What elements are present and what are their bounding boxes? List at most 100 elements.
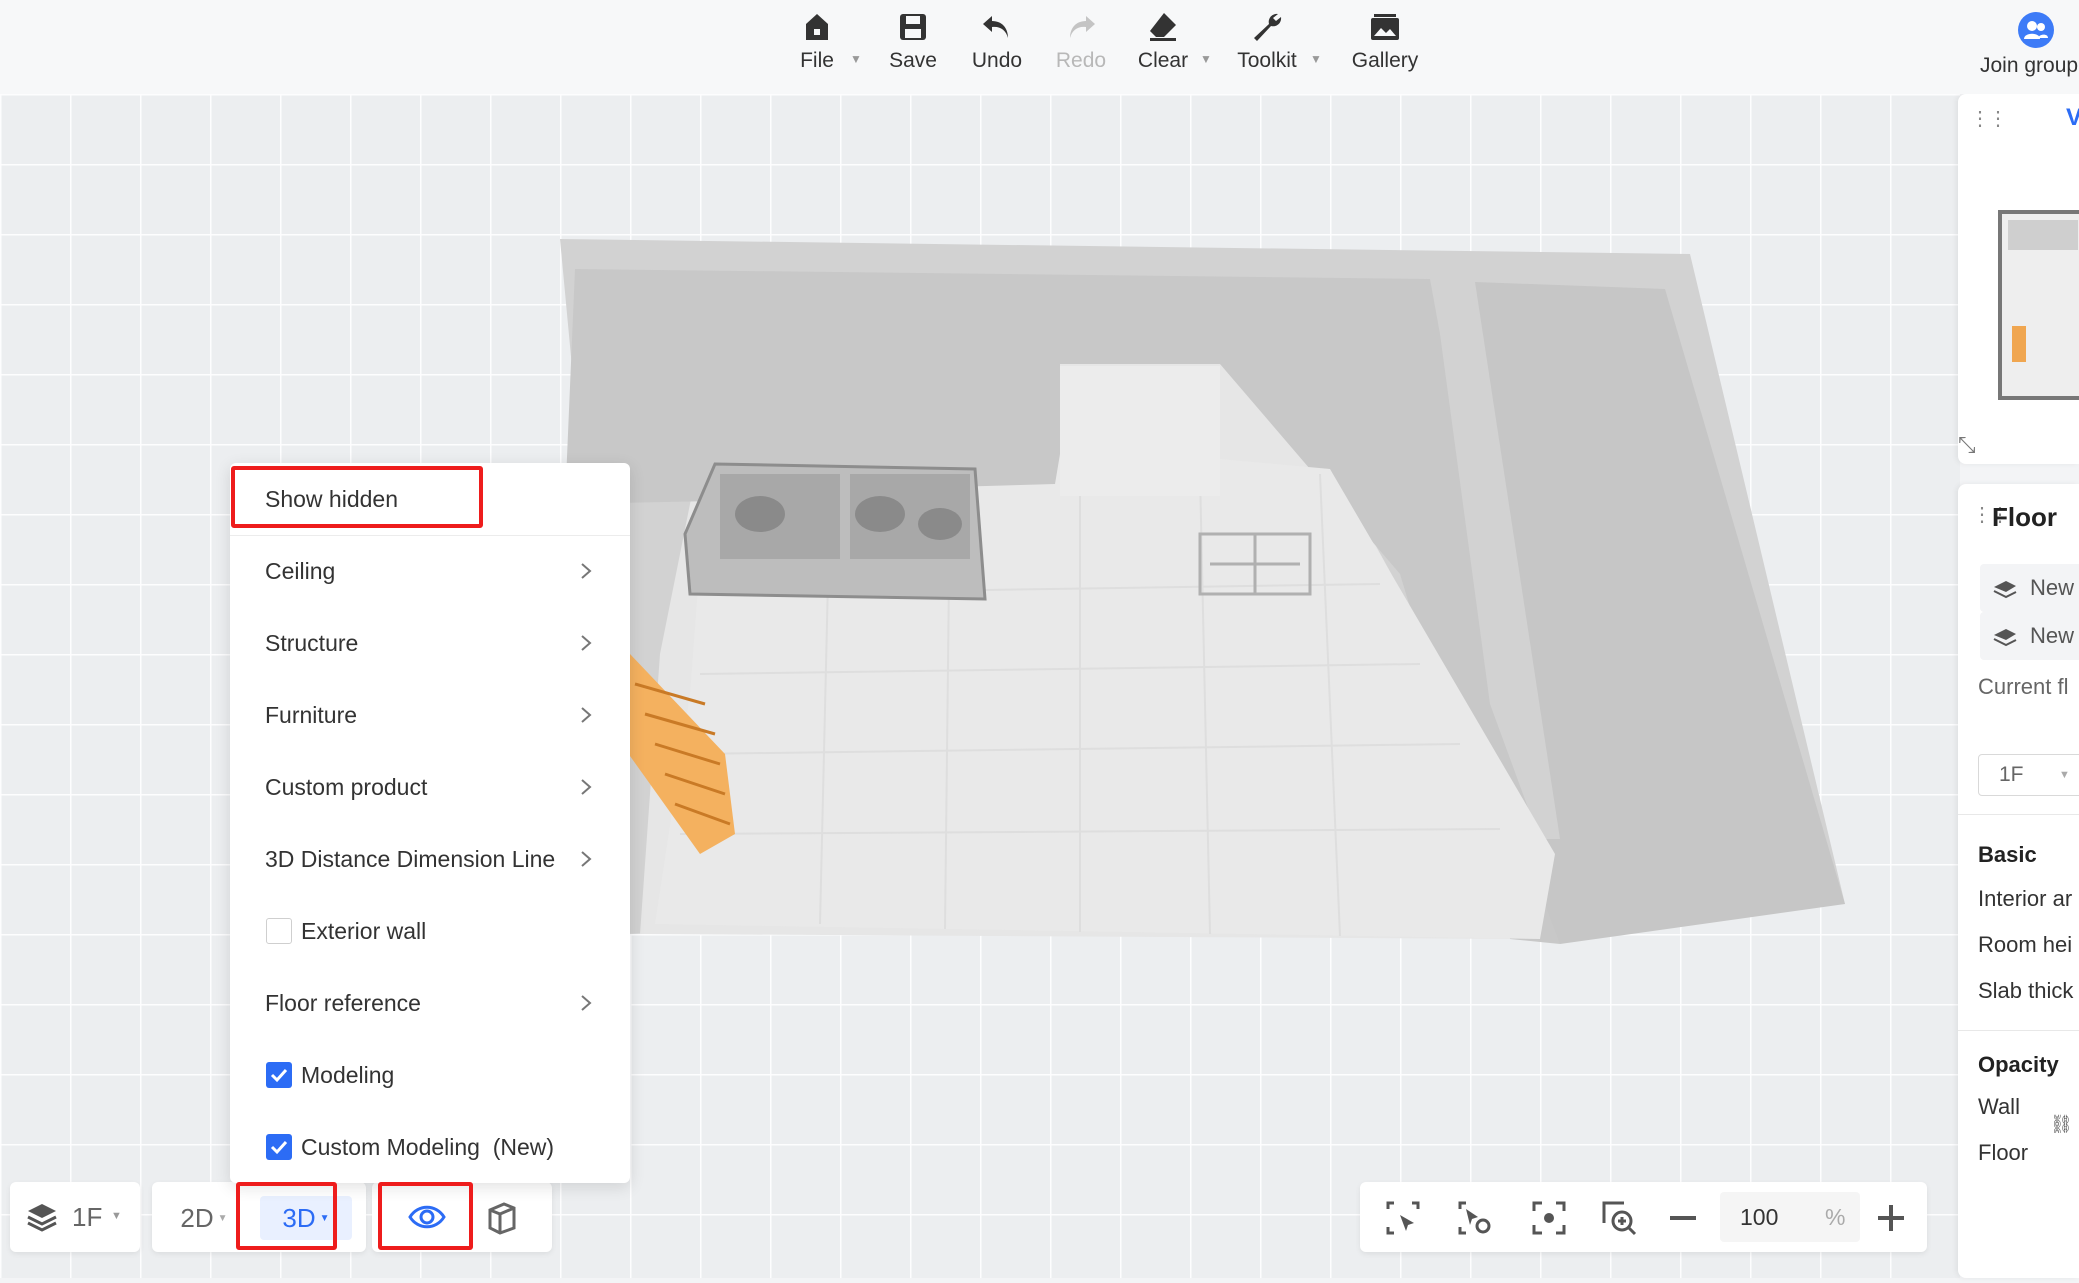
wall-opacity-label: Wall [1978, 1094, 2020, 1119]
menu-item-exterior-wall[interactable]: Exterior wall [230, 895, 630, 967]
2d-view-button[interactable]: 2D ▼ [162, 1196, 246, 1240]
gallery-label: Gallery [1351, 49, 1419, 72]
chevron-right-icon [581, 707, 592, 723]
chevron-down-icon: ▼ [319, 1212, 330, 1224]
cube-icon[interactable] [484, 1200, 520, 1236]
floor-opacity-label: Floor [1978, 1140, 2029, 1165]
new-label: New [2030, 575, 2075, 600]
floor-value: 1F [72, 1202, 103, 1232]
focus-icon[interactable] [1530, 1199, 1568, 1237]
minimap-card: ⋮⋮ V ⤡ [1958, 94, 2079, 464]
divider [1958, 1030, 2079, 1031]
opacity-section-title: Opacity [1978, 1052, 2059, 1077]
gallery-button[interactable]: Gallery [1340, 10, 1430, 86]
menu-item-furniture[interactable]: Furniture [230, 679, 630, 751]
chevron-right-icon [581, 635, 592, 651]
join-group-button[interactable]: Join group [1980, 12, 2079, 82]
right-panel: ⋮⋮ V ⤡ ⋮⋮ Floor New New Current fl 1F ▼ … [1958, 94, 2079, 1278]
chevron-down-icon: ▼ [2059, 769, 2070, 781]
undo-button[interactable]: Undo [952, 10, 1042, 86]
chevron-down-icon: ▼ [850, 52, 862, 66]
menu-item-3d-distance-dimension-line[interactable]: 3D Distance Dimension Line [230, 823, 630, 895]
zoom-area-icon[interactable] [1600, 1199, 1638, 1237]
clear-button[interactable]: Clear ▼ [1118, 10, 1212, 86]
menu-item-custom-product[interactable]: Custom product [230, 751, 630, 823]
menu-item-label: Ceiling [265, 557, 336, 584]
menu-item-floor-reference[interactable]: Floor reference [230, 967, 630, 1039]
fit-selection-icon[interactable] [1384, 1199, 1422, 1237]
zoom-in-icon[interactable] [1872, 1199, 1910, 1237]
interior-area-label: Interior ar [1978, 886, 2073, 911]
undo-label: Undo [971, 49, 1023, 72]
layers-icon [27, 1204, 57, 1232]
wrench-icon [1254, 13, 1282, 41]
new-floor-above-button[interactable]: New [1980, 564, 2079, 612]
current-floor-select[interactable]: 1F ▼ [1978, 754, 2079, 796]
zoom-input[interactable]: 100 % [1720, 1192, 1860, 1242]
divider [1958, 814, 2079, 815]
new-label: New [2030, 623, 2075, 648]
top-toolbar: File ▼ Save Undo Redo Clear ▼ Toolkit ▼ … [0, 0, 2079, 94]
modeling-checkbox[interactable] [266, 1062, 292, 1088]
menu-item-label: Custom Modeling (New) [301, 1133, 555, 1160]
custom-modeling-checkbox[interactable] [266, 1134, 292, 1160]
redo-button[interactable]: Redo [1036, 10, 1126, 86]
sofa-model [683, 462, 987, 601]
basic-section-title: Basic [1978, 842, 2037, 867]
layer-add-icon [1993, 581, 2017, 599]
new-floor-below-button[interactable]: New [1980, 612, 2079, 660]
menu-item-label: Modeling [301, 1061, 395, 1088]
view-mode-switcher: 2D ▼ 3D ▼ [152, 1182, 366, 1252]
save-label: Save [889, 49, 937, 72]
zoom-out-icon[interactable] [1664, 1199, 1702, 1237]
undo-icon [983, 16, 1008, 38]
redo-icon [1070, 16, 1095, 38]
display-tools [372, 1182, 552, 1252]
room-height-label: Room hei [1978, 932, 2073, 957]
panel-title: Floor [1992, 502, 2057, 532]
current-floor-label: Current fl [1978, 674, 2069, 699]
chevron-right-icon [581, 779, 592, 795]
camera-settings-icon[interactable] [1456, 1199, 1494, 1237]
save-button[interactable]: Save [868, 10, 958, 86]
menu-item-show-hidden[interactable]: Show hidden [230, 463, 630, 535]
floor-switcher[interactable]: 1F ▼ [10, 1182, 140, 1252]
resize-handle-icon[interactable]: ⤡ [1958, 432, 1976, 458]
file-label: File [800, 49, 834, 72]
display-options-menu: Show hidden Ceiling Structure Furniture … [230, 463, 630, 1183]
menu-item-modeling[interactable]: Modeling [230, 1039, 630, 1111]
view-tab[interactable]: V [2066, 104, 2079, 132]
gallery-icon [1371, 14, 1399, 40]
toolkit-button[interactable]: Toolkit ▼ [1222, 10, 1322, 86]
slab-thickness-label: Slab thick [1978, 978, 2074, 1003]
zoom-unit: % [1825, 1204, 1846, 1230]
3d-view-button[interactable]: 3D ▼ [260, 1196, 352, 1240]
toolkit-label: Toolkit [1237, 49, 1297, 72]
menu-item-custom-modeling[interactable]: Custom Modeling (New) [230, 1111, 630, 1183]
menu-item-label: Exterior wall [301, 917, 427, 944]
menu-item-label: Show hidden [265, 485, 398, 512]
layer-add-icon [1993, 629, 2017, 647]
chevron-down-icon: ▼ [1200, 52, 1212, 66]
zoom-controls: 100 % [1360, 1182, 1927, 1252]
chevron-right-icon [581, 995, 592, 1011]
drag-handle-icon[interactable]: ⋮⋮ [1970, 106, 2008, 131]
link-icon[interactable]: ⛓ [2050, 1114, 2073, 1135]
chevron-right-icon [581, 563, 592, 579]
clear-label: Clear [1137, 49, 1189, 72]
minimap[interactable] [1998, 210, 2079, 400]
save-icon [900, 14, 926, 40]
eye-icon[interactable] [408, 1200, 446, 1234]
join-group-label: Join group [1980, 54, 2079, 77]
file-menu-button[interactable]: File ▼ [772, 10, 862, 86]
menu-item-structure[interactable]: Structure [230, 607, 630, 679]
3d-label: 3D [282, 1202, 316, 1233]
menu-item-ceiling[interactable]: Ceiling [230, 535, 630, 607]
current-floor-value: 1F [1999, 763, 2024, 786]
check-icon [270, 1140, 288, 1155]
2d-label: 2D [180, 1202, 214, 1233]
floor-properties-card: ⋮⋮ Floor New New Current fl 1F ▼ Basic I… [1958, 484, 2079, 1278]
exterior-wall-checkbox[interactable] [266, 918, 292, 944]
chevron-down-icon: ▼ [217, 1212, 228, 1224]
zoom-value: 100 [1740, 1204, 1779, 1230]
